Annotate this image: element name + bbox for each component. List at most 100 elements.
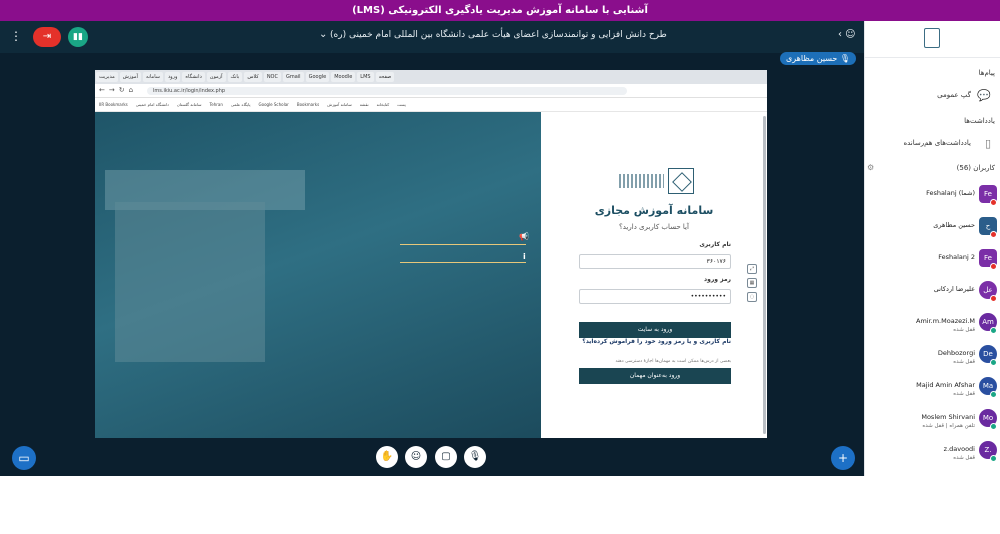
bookmark-item[interactable]: سامانه آموزش [327,102,352,107]
public-chat-item[interactable]: 💬 گپ عمومی [871,87,995,105]
browser-tab[interactable]: LMS [357,72,374,82]
user-name: Dehbozorgi [937,349,975,357]
browser-tab[interactable]: ورود [164,72,181,82]
leave-meeting-icon: ⇥ [42,31,52,42]
presentation-icon: ▭ [18,451,30,465]
bookmark-item[interactable]: Bookmarks [297,102,319,107]
notes-icon: ▯ [984,137,991,150]
browser-tab[interactable]: آزمون [206,72,226,82]
user-list-item[interactable]: ح حسین مظاهری [865,215,1000,245]
browser-tab[interactable]: Google [305,72,330,82]
user-list-item[interactable]: De Dehbozorgi قفل شده [865,343,1000,373]
audio-status-icon [990,263,997,270]
users-toggle-button[interactable]: ‹ ☺ [838,29,856,40]
bookmark-item[interactable]: پست [397,102,406,107]
sidebar-divider [865,57,1000,58]
user-list-item[interactable]: Fe Feshalanj (شما) [865,183,1000,213]
user-list-item[interactable]: Mo Moslem Shirvani تلفن همراه | قفل شده [865,407,1000,437]
microphone-button[interactable]: 🎙 [464,446,486,468]
login-subtitle: آیا حساب کاربری دارید؟ [619,223,689,231]
audio-status-icon [990,359,997,366]
browser-tab[interactable]: صفحه [375,72,395,82]
login-button[interactable]: ورود به سایت [579,322,731,338]
login-side-tools: ⤢ ▦ ◌ [747,264,759,306]
bookmark-item[interactable]: Google Scholar [259,102,289,107]
connection-status-button[interactable]: ▮▮ [68,27,88,47]
gate-image [115,202,265,362]
guest-note: بعضی از درس‌ها ممکن است به مهمان‌ها اجاز… [615,359,732,364]
chevron-down-icon[interactable]: ⌄ [319,29,327,40]
bookmark-item[interactable]: نقشه [360,102,369,107]
address-field[interactable]: lms.ikiu.ac.ir/login/index.php [147,87,627,95]
user-status: قفل شده [953,391,975,397]
microphone-off-icon: 🎙 [468,451,482,462]
page-scrollbar[interactable] [763,116,766,434]
browser-tab[interactable]: کلاس [244,72,262,82]
expand-icon[interactable]: ⤢ [747,264,757,274]
main-area: ⋮ ⇥ ▮▮ ⌄ طرح دانش افزایی و توانمندسازی ا… [0,21,864,476]
user-list-item[interactable]: Fe Feshalanj 2 [865,247,1000,277]
bookmark-item[interactable]: کتابخانه [377,102,390,107]
audio-status-icon [990,199,997,206]
bookmark-item[interactable]: پایگاه علمی [231,102,251,107]
user-list-item[interactable]: Ma Majid Amin Afshar قفل شده [865,375,1000,405]
grid-icon[interactable]: ▦ [747,278,757,288]
meeting-window: آشنایی با سامانه آموزش مدیریت یادگیری ال… [0,0,1000,476]
login-background-image: 📢 i [95,112,541,438]
user-name: Feshalanj 2 [938,253,975,261]
user-name: Amir.m.Moazezi.M [916,317,975,325]
university-logo-text [619,174,664,188]
raise-hand-button[interactable]: ✋ [376,446,398,468]
presentation-button[interactable]: ▭ [12,446,36,470]
bookmark-item[interactable]: Tehran [210,102,223,107]
user-name: z.davoodi [943,445,975,453]
browser-tab[interactable]: بانک [227,72,243,82]
actions-plus-button[interactable]: + [831,446,855,470]
info-line [400,262,526,263]
reactions-button[interactable]: ☺ [405,446,427,468]
browser-nav-icons: ←→↻⌂ [99,86,138,94]
megaphone-icon: 📢 [519,232,529,241]
audio-status-icon [990,391,997,398]
browser-tab[interactable]: دانشگاه [182,72,205,82]
talking-indicator: 🎙 حسین مظاهری [780,52,857,65]
browser-tab[interactable]: Gmail [282,72,304,82]
user-name: Majid Amin Afshar [916,381,975,389]
browser-tab[interactable]: مدیریت [96,72,118,82]
audio-status-icon [990,231,997,238]
username-field[interactable]: ۳۶۰۱۷۶ [579,254,731,269]
browser-tab[interactable]: سامانه [142,72,163,82]
more-vertical-icon[interactable]: ⋮ [10,29,22,43]
user-list-item[interactable]: Am Amir.m.Moazezi.M قفل شده [865,311,1000,341]
browser-tab[interactable]: آموزش [119,72,141,82]
guest-login-button[interactable]: ورود به‌عنوان مهمان [579,368,731,384]
user-list-item[interactable]: عل علیرضا اردکانی [865,279,1000,309]
shared-notes-item[interactable]: ▯ یادداشت‌های هم‌رسانده [871,135,995,153]
browser-address-bar: ←→↻⌂ lms.ikiu.ac.ir/login/index.php [95,84,767,98]
talking-user-name: حسین مظاهری [786,54,838,63]
login-panel: سامانه آموزش مجازی آیا حساب کاربری دارید… [541,112,767,438]
bookmark-item[interactable]: سامانه گلستان [177,102,202,107]
audio-status-icon [990,327,997,334]
username-label: نام کاربری [699,241,731,248]
user-list-item[interactable]: Z. z.davoodi قفل شده [865,439,1000,469]
bookmark-item[interactable]: IIR Bookmarks [99,102,128,107]
connection-status-icon: ▮▮ [73,32,83,42]
password-label: رمز ورود [704,276,731,283]
user-status: قفل شده [953,359,975,365]
chat-bubble-icon[interactable]: ◌ [747,292,757,302]
camera-off-icon: ▢ [441,451,451,462]
university-logo [668,168,694,194]
users-header: کاربران (56) [956,164,995,172]
browser-tab[interactable]: NOC [263,72,281,82]
password-field[interactable]: •••••••••• [579,289,731,304]
smiley-icon: ☺ [410,451,422,462]
camera-button[interactable]: ▢ [435,446,457,468]
browser-tab[interactable]: Moodle [331,72,356,82]
user-list-sidebar: پیام‌ها 💬 گپ عمومی یادداشت‌ها ▯ یادداشت‌… [864,21,1000,476]
leave-meeting-button[interactable]: ⇥ [33,27,61,47]
bookmark-item[interactable]: دانشگاه امام خمینی [136,102,169,107]
forgot-password-link[interactable]: نام کاربری و یا رمز ورود خود را فراموش ک… [579,338,731,345]
plus-icon: + [837,451,849,465]
user-name: علیرضا اردکانی [933,285,975,293]
